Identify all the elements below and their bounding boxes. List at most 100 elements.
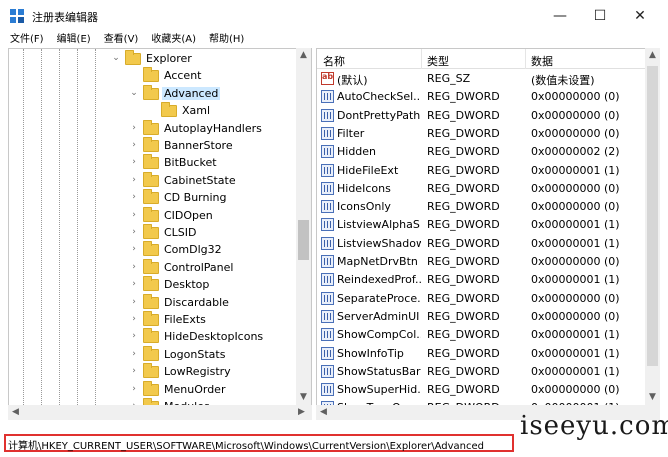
tree-item[interactable]: › CabinetState: [9, 171, 299, 190]
minimize-button[interactable]: —: [548, 4, 572, 28]
tree-item-label: BannerStore: [164, 139, 233, 152]
tree-item[interactable]: › CD Burning: [9, 189, 299, 207]
tree-horizontal-scrollbar[interactable]: ◀ ▶: [8, 405, 312, 420]
expand-arrow-icon[interactable]: ›: [129, 314, 139, 324]
expand-arrow-icon[interactable]: ›: [129, 157, 139, 167]
tree-item[interactable]: › CIDOpen: [9, 206, 299, 225]
value-name: ReindexedProf...: [337, 273, 421, 287]
value-row[interactable]: ShowSuperHid... REG_DWORD 0x00000000 (0): [317, 381, 659, 399]
expand-arrow-icon[interactable]: ›: [129, 123, 139, 133]
value-type: REG_DWORD: [427, 255, 500, 268]
dword-value-icon: [321, 163, 334, 177]
expand-arrow-icon[interactable]: ›: [129, 140, 139, 150]
value-data: 0x00000000 (0): [531, 255, 620, 268]
tree-item[interactable]: › MenuOrder: [9, 380, 299, 399]
tree-item[interactable]: › AutoplayHandlers: [9, 119, 299, 138]
value-row[interactable]: SeparateProce... REG_DWORD 0x00000000 (0): [317, 290, 659, 308]
value-row[interactable]: DontPrettyPath REG_DWORD 0x00000000 (0): [317, 107, 659, 125]
value-row[interactable]: HideIcons REG_DWORD 0x00000000 (0): [317, 180, 659, 198]
column-divider[interactable]: [421, 49, 422, 69]
tree-item[interactable]: Xaml: [9, 102, 299, 120]
value-name: ShowSuperHid...: [337, 383, 421, 397]
folder-icon: [143, 154, 159, 170]
tree-item[interactable]: › ControlPanel: [9, 258, 299, 277]
value-row[interactable]: ShowStatusBar REG_DWORD 0x00000001 (1): [317, 363, 659, 381]
value-name: ServerAdminUI: [337, 309, 420, 323]
value-row[interactable]: ListviewAlphaS... REG_DWORD 0x00000001 (1): [317, 216, 659, 234]
expand-arrow-icon[interactable]: ›: [129, 366, 139, 376]
list-vertical-scrollbar[interactable]: ▲ ▼: [645, 48, 660, 405]
value-row[interactable]: ListviewShadow REG_DWORD 0x00000001 (1): [317, 235, 659, 253]
address-bar[interactable]: 计算机\HKEY_CURRENT_USER\SOFTWARE\Microsoft…: [4, 434, 514, 452]
menu-view[interactable]: 查看(V): [104, 32, 139, 47]
expand-arrow-icon[interactable]: ›: [129, 244, 139, 254]
value-row[interactable]: HideFileExt REG_DWORD 0x00000001 (1): [317, 162, 659, 180]
scroll-up-icon[interactable]: ▲: [296, 48, 311, 63]
column-header-type[interactable]: 类型: [427, 53, 449, 69]
expand-arrow-icon[interactable]: ›: [129, 175, 139, 185]
tree-item[interactable]: › Discardable: [9, 293, 299, 312]
expand-arrow-icon[interactable]: ›: [129, 192, 139, 202]
value-row[interactable]: MapNetDrvBtn REG_DWORD 0x00000000 (0): [317, 253, 659, 271]
maximize-button[interactable]: ☐: [588, 4, 612, 28]
tree-item[interactable]: ⌄ Explorer: [9, 50, 299, 68]
folder-icon: [143, 293, 159, 309]
value-row[interactable]: Filter REG_DWORD 0x00000000 (0): [317, 125, 659, 143]
expand-arrow-icon[interactable]: ›: [129, 331, 139, 341]
column-header-data[interactable]: 数据: [531, 53, 553, 69]
values-list[interactable]: 名称 类型 数据 ab (默认) REG_SZ (数值未设置) AutoCheckSel…: [316, 48, 660, 420]
close-button[interactable]: ✕: [628, 4, 652, 28]
tree-vertical-scrollbar[interactable]: ▲ ▼: [296, 48, 311, 405]
value-row[interactable]: IconsOnly REG_DWORD 0x00000000 (0): [317, 198, 659, 216]
column-header-name[interactable]: 名称: [323, 53, 345, 69]
value-data: 0x00000001 (1): [531, 218, 620, 232]
value-row[interactable]: ShowInfoTip REG_DWORD 0x00000001 (1): [317, 345, 659, 363]
value-row[interactable]: ShowCompCol... REG_DWORD 0x00000001 (1): [317, 326, 659, 344]
scroll-up-icon[interactable]: ▲: [645, 48, 660, 63]
scroll-down-icon[interactable]: ▼: [645, 390, 660, 405]
expand-arrow-icon[interactable]: ›: [129, 297, 139, 307]
tree-item[interactable]: Accent: [9, 67, 299, 85]
scroll-down-icon[interactable]: ▼: [296, 390, 311, 405]
tree-item[interactable]: › LogonStats: [9, 345, 299, 364]
menu-favorites[interactable]: 收藏夹(A): [151, 32, 196, 47]
tree-item[interactable]: › Desktop: [9, 276, 299, 294]
value-type: REG_DWORD: [427, 364, 500, 378]
tree-item[interactable]: › LowRegistry: [9, 363, 299, 381]
tree-item[interactable]: › HideDesktopIcons: [9, 328, 299, 346]
expand-arrow-icon[interactable]: ›: [129, 262, 139, 272]
value-type: REG_DWORD: [427, 383, 500, 397]
tree-item-label: Discardable: [164, 295, 229, 309]
registry-tree[interactable]: ⌄ Explorer Accent ⌄ Advanced Xaml › AutoplayHan…: [8, 48, 312, 420]
value-row[interactable]: ReindexedProf... REG_DWORD 0x00000001 (1): [317, 271, 659, 289]
collapse-arrow-icon[interactable]: ⌄: [129, 88, 139, 98]
expand-arrow-icon[interactable]: ›: [129, 279, 139, 289]
menu-help[interactable]: 帮助(H): [209, 32, 244, 47]
tree-item[interactable]: › ComDlg32: [9, 241, 299, 259]
folder-icon: [143, 189, 159, 205]
tree-item[interactable]: ⌄ Advanced: [9, 84, 299, 103]
dword-value-icon: [321, 328, 334, 342]
list-scroll-thumb[interactable]: [647, 66, 658, 366]
expand-arrow-icon[interactable]: ›: [129, 349, 139, 359]
column-divider[interactable]: [525, 49, 526, 69]
scroll-left-icon[interactable]: ◀: [316, 405, 331, 420]
collapse-arrow-icon[interactable]: ⌄: [111, 53, 121, 63]
tree-item[interactable]: › FileExts: [9, 311, 299, 329]
value-row[interactable]: ServerAdminUI REG_DWORD 0x00000000 (0): [317, 308, 659, 326]
value-row[interactable]: Hidden REG_DWORD 0x00000002 (2): [317, 143, 659, 161]
tree-item[interactable]: › BitBucket: [9, 154, 299, 172]
expand-arrow-icon[interactable]: ›: [129, 210, 139, 220]
value-row[interactable]: ab (默认) REG_SZ (数值未设置): [317, 70, 659, 88]
expand-arrow-icon[interactable]: ›: [129, 227, 139, 237]
value-type: REG_DWORD: [427, 346, 500, 360]
value-row[interactable]: AutoCheckSel... REG_DWORD 0x00000000 (0): [317, 88, 659, 106]
tree-item[interactable]: › BannerStore: [9, 137, 299, 155]
scroll-right-icon[interactable]: ▶: [294, 405, 309, 420]
tree-scroll-thumb[interactable]: [298, 220, 309, 260]
tree-item[interactable]: › CLSID: [9, 224, 299, 242]
scroll-left-icon[interactable]: ◀: [8, 405, 23, 420]
menu-edit[interactable]: 编辑(E): [57, 32, 91, 47]
expand-arrow-icon[interactable]: ›: [129, 384, 139, 394]
menu-file[interactable]: 文件(F): [10, 32, 44, 47]
